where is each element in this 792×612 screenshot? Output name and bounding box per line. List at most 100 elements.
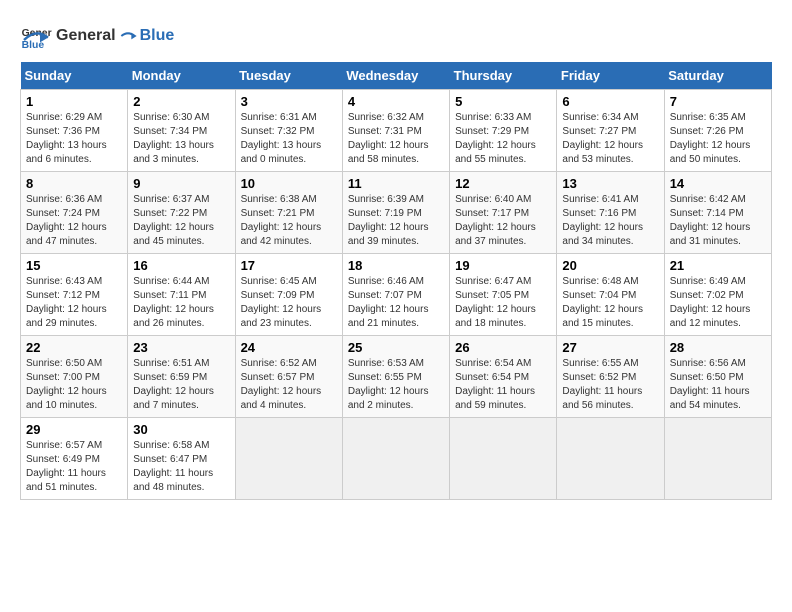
col-header-wednesday: Wednesday (342, 62, 449, 90)
day-number: 7 (670, 94, 766, 109)
day-number: 26 (455, 340, 551, 355)
day-number: 23 (133, 340, 229, 355)
day-detail: Sunrise: 6:54 AMSunset: 6:54 PMDaylight:… (455, 357, 551, 413)
day-number: 25 (348, 340, 444, 355)
day-detail: Sunrise: 6:33 AMSunset: 7:29 PMDaylight:… (455, 111, 551, 167)
day-detail: Sunrise: 6:44 AMSunset: 7:11 PMDaylight:… (133, 275, 229, 331)
day-number: 11 (348, 176, 444, 191)
calendar-day-28: 28Sunrise: 6:56 AMSunset: 6:50 PMDayligh… (664, 336, 771, 418)
col-header-thursday: Thursday (450, 62, 557, 90)
day-detail: Sunrise: 6:55 AMSunset: 6:52 PMDaylight:… (562, 357, 658, 413)
calendar-day-7: 7 Sunrise: 6:35 AMSunset: 7:26 PMDaylight… (664, 90, 771, 172)
day-detail: Sunrise: 6:57 AMSunset: 6:49 PMDaylight:… (26, 439, 122, 495)
day-detail: Sunrise: 6:34 AMSunset: 7:27 PMDaylight:… (562, 111, 658, 167)
day-detail: Sunrise: 6:29 AMSunset: 7:36 PMDaylight:… (26, 111, 122, 167)
day-number: 6 (562, 94, 658, 109)
calendar-day-23: 23 Sunrise: 6:51 AMSunset: 6:59 PMDayligh… (128, 336, 235, 418)
day-number: 15 (26, 258, 122, 273)
calendar-day-24: 24 Sunrise: 6:52 AMSunset: 6:57 PMDayligh… (235, 336, 342, 418)
calendar-week-4: 22 Sunrise: 6:50 AMSunset: 7:00 PMDayligh… (21, 336, 772, 418)
calendar-day-5: 5 Sunrise: 6:33 AMSunset: 7:29 PMDaylight… (450, 90, 557, 172)
logo: General Blue GeneralBlue (20, 20, 174, 52)
calendar-table: SundayMondayTuesdayWednesdayThursdayFrid… (20, 62, 772, 500)
calendar-day-18: 18 Sunrise: 6:46 AMSunset: 7:07 PMDayligh… (342, 254, 449, 336)
day-number: 4 (348, 94, 444, 109)
col-header-tuesday: Tuesday (235, 62, 342, 90)
calendar-day-9: 9 Sunrise: 6:37 AMSunset: 7:22 PMDaylight… (128, 172, 235, 254)
logo-text: GeneralBlue (56, 27, 174, 45)
calendar-day-8: 8 Sunrise: 6:36 AMSunset: 7:24 PMDaylight… (21, 172, 128, 254)
day-detail: Sunrise: 6:38 AMSunset: 7:21 PMDaylight:… (241, 193, 337, 249)
day-detail: Sunrise: 6:53 AMSunset: 6:55 PMDaylight:… (348, 357, 444, 413)
day-detail: Sunrise: 6:36 AMSunset: 7:24 PMDaylight:… (26, 193, 122, 249)
day-detail: Sunrise: 6:43 AMSunset: 7:12 PMDaylight:… (26, 275, 122, 331)
day-detail: Sunrise: 6:39 AMSunset: 7:19 PMDaylight:… (348, 193, 444, 249)
calendar-day-21: 21Sunrise: 6:49 AMSunset: 7:02 PMDayligh… (664, 254, 771, 336)
calendar-day-12: 12Sunrise: 6:40 AMSunset: 7:17 PMDayligh… (450, 172, 557, 254)
calendar-day-20: 20 Sunrise: 6:48 AMSunset: 7:04 PMDayligh… (557, 254, 664, 336)
day-number: 13 (562, 176, 658, 191)
day-number: 24 (241, 340, 337, 355)
col-header-monday: Monday (128, 62, 235, 90)
day-number: 16 (133, 258, 229, 273)
day-detail: Sunrise: 6:50 AMSunset: 7:00 PMDaylight:… (26, 357, 122, 413)
day-detail: Sunrise: 6:56 AMSunset: 6:50 PMDaylight:… (670, 357, 766, 413)
logo-arrow (118, 28, 138, 44)
day-number: 22 (26, 340, 122, 355)
calendar-day-6: 6 Sunrise: 6:34 AMSunset: 7:27 PMDaylight… (557, 90, 664, 172)
calendar-day-26: 26 Sunrise: 6:54 AMSunset: 6:54 PMDayligh… (450, 336, 557, 418)
day-detail: Sunrise: 6:41 AMSunset: 7:16 PMDaylight:… (562, 193, 658, 249)
calendar-day-19: 19Sunrise: 6:47 AMSunset: 7:05 PMDayligh… (450, 254, 557, 336)
calendar-day-3: 3 Sunrise: 6:31 AMSunset: 7:32 PMDaylight… (235, 90, 342, 172)
day-number: 18 (348, 258, 444, 273)
empty-cell (664, 418, 771, 500)
col-header-sunday: Sunday (21, 62, 128, 90)
calendar-week-1: 1 Sunrise: 6:29 AMSunset: 7:36 PMDaylight… (21, 90, 772, 172)
col-header-saturday: Saturday (664, 62, 771, 90)
calendar-day-30: 30 Sunrise: 6:58 AMSunset: 6:47 PMDayligh… (128, 418, 235, 500)
day-number: 21 (670, 258, 766, 273)
day-number: 1 (26, 94, 122, 109)
day-number: 10 (241, 176, 337, 191)
day-number: 30 (133, 422, 229, 437)
calendar-day-1: 1 Sunrise: 6:29 AMSunset: 7:36 PMDaylight… (21, 90, 128, 172)
calendar-day-16: 16 Sunrise: 6:44 AMSunset: 7:11 PMDayligh… (128, 254, 235, 336)
calendar-day-2: 2 Sunrise: 6:30 AMSunset: 7:34 PMDaylight… (128, 90, 235, 172)
day-detail: Sunrise: 6:35 AMSunset: 7:26 PMDaylight:… (670, 111, 766, 167)
day-detail: Sunrise: 6:52 AMSunset: 6:57 PMDaylight:… (241, 357, 337, 413)
calendar-header-row: SundayMondayTuesdayWednesdayThursdayFrid… (21, 62, 772, 90)
day-number: 14 (670, 176, 766, 191)
day-detail: Sunrise: 6:42 AMSunset: 7:14 PMDaylight:… (670, 193, 766, 249)
svg-text:Blue: Blue (22, 40, 45, 51)
calendar-week-3: 15 Sunrise: 6:43 AMSunset: 7:12 PMDayligh… (21, 254, 772, 336)
day-number: 8 (26, 176, 122, 191)
day-detail: Sunrise: 6:48 AMSunset: 7:04 PMDaylight:… (562, 275, 658, 331)
empty-cell (557, 418, 664, 500)
calendar-day-27: 27Sunrise: 6:55 AMSunset: 6:52 PMDayligh… (557, 336, 664, 418)
day-number: 17 (241, 258, 337, 273)
day-number: 5 (455, 94, 551, 109)
day-detail: Sunrise: 6:46 AMSunset: 7:07 PMDaylight:… (348, 275, 444, 331)
day-detail: Sunrise: 6:31 AMSunset: 7:32 PMDaylight:… (241, 111, 337, 167)
day-detail: Sunrise: 6:51 AMSunset: 6:59 PMDaylight:… (133, 357, 229, 413)
day-number: 2 (133, 94, 229, 109)
logo-icon: General Blue (20, 20, 52, 52)
day-number: 9 (133, 176, 229, 191)
day-detail: Sunrise: 6:32 AMSunset: 7:31 PMDaylight:… (348, 111, 444, 167)
day-detail: Sunrise: 6:37 AMSunset: 7:22 PMDaylight:… (133, 193, 229, 249)
day-detail: Sunrise: 6:58 AMSunset: 6:47 PMDaylight:… (133, 439, 229, 495)
day-number: 29 (26, 422, 122, 437)
calendar-day-4: 4 Sunrise: 6:32 AMSunset: 7:31 PMDaylight… (342, 90, 449, 172)
calendar-day-29: 29 Sunrise: 6:57 AMSunset: 6:49 PMDayligh… (21, 418, 128, 500)
calendar-day-15: 15 Sunrise: 6:43 AMSunset: 7:12 PMDayligh… (21, 254, 128, 336)
col-header-friday: Friday (557, 62, 664, 90)
day-detail: Sunrise: 6:30 AMSunset: 7:34 PMDaylight:… (133, 111, 229, 167)
calendar-week-2: 8 Sunrise: 6:36 AMSunset: 7:24 PMDaylight… (21, 172, 772, 254)
day-number: 12 (455, 176, 551, 191)
calendar-day-17: 17Sunrise: 6:45 AMSunset: 7:09 PMDayligh… (235, 254, 342, 336)
empty-cell (235, 418, 342, 500)
day-number: 3 (241, 94, 337, 109)
empty-cell (450, 418, 557, 500)
empty-cell (342, 418, 449, 500)
day-number: 20 (562, 258, 658, 273)
